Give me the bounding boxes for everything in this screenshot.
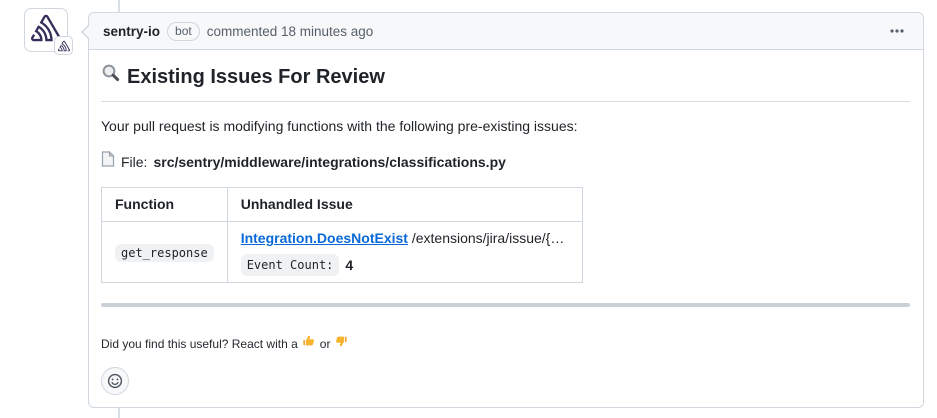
column-header-unhandled-issue: Unhandled Issue — [227, 188, 582, 222]
table-row: get_response Integration.DoesNotExist /e… — [102, 222, 583, 283]
page-icon — [101, 151, 115, 173]
issues-table: Function Unhandled Issue get_response In… — [101, 187, 583, 283]
comment-card: sentry-io bot commented 18 minutes ago E… — [88, 12, 924, 408]
comment-options-button[interactable] — [885, 19, 909, 43]
smiley-icon — [107, 373, 123, 389]
horizontal-rule — [101, 303, 910, 307]
avatar-bot-badge — [54, 36, 73, 55]
table-header-row: Function Unhandled Issue — [102, 188, 583, 222]
function-cell: get_response — [102, 222, 228, 283]
magnifying-glass-icon — [101, 62, 121, 92]
sentry-logo-mini-icon — [58, 40, 70, 52]
section-heading-text: Existing Issues For Review — [127, 62, 385, 92]
column-header-function: Function — [102, 188, 228, 222]
add-reaction-button[interactable] — [101, 367, 129, 395]
comment-body: Existing Issues For Review Your pull req… — [89, 50, 923, 407]
file-line: File: src/sentry/middleware/integrations… — [101, 151, 910, 173]
footer-prompt-before: Did you find this useful? React with a — [101, 335, 298, 353]
comment-header: sentry-io bot commented 18 minutes ago — [89, 13, 923, 50]
kebab-horizontal-icon — [889, 23, 905, 39]
function-code: get_response — [115, 244, 214, 262]
intro-text: Your pull request is modifying functions… — [101, 116, 910, 137]
issue-cell: Integration.DoesNotExist /extensions/jir… — [227, 222, 582, 283]
issue-link[interactable]: Integration.DoesNotExist — [241, 230, 408, 246]
event-count-label: Event Count: — [241, 254, 340, 276]
issue-title-line: Integration.DoesNotExist /extensions/jir… — [241, 228, 569, 249]
footer-prompt-middle: or — [320, 335, 331, 353]
event-count-value: 4 — [345, 255, 353, 276]
comment-timestamp[interactable]: commented 18 minutes ago — [207, 24, 374, 39]
file-path: src/sentry/middleware/integrations/class… — [153, 152, 505, 173]
section-heading: Existing Issues For Review — [101, 62, 910, 102]
author-name[interactable]: sentry-io — [103, 24, 160, 39]
thumbs-up-icon — [302, 334, 316, 353]
issue-path-suffix: /extensions/jira/issue/{… — [412, 230, 565, 246]
event-count-line: Event Count: 4 — [241, 254, 569, 276]
bot-badge: bot — [167, 22, 200, 41]
file-label: File: — [121, 152, 147, 173]
footer-prompt: Did you find this useful? React with a o… — [101, 334, 910, 353]
avatar[interactable] — [24, 8, 68, 52]
thumbs-down-icon — [334, 334, 348, 353]
